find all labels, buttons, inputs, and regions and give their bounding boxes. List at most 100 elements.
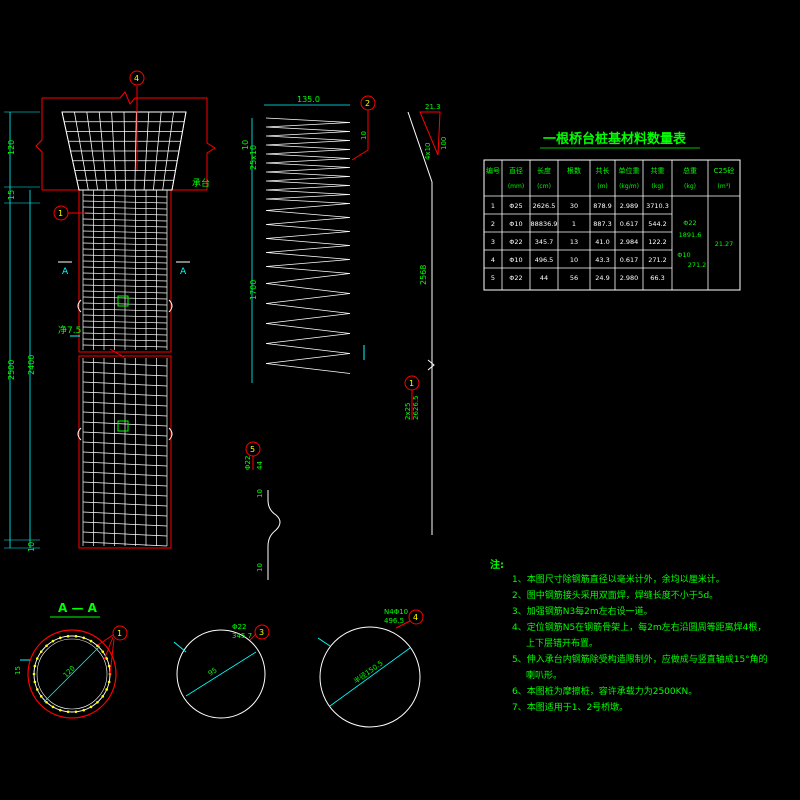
dim-bottom: 10 [27,542,36,552]
material-table: 一根桥台桩基材料数量表 编号 直径 (mm) 长度 (cm) 根数 共长 (m) 单位重 (kg/… [483,131,741,291]
note-line: 3、加强钢筋N3每2m左右设一道。 [512,605,653,617]
note-line: 4、定位钢筋N5在钢筋骨架上，每2m左右沿圆周等距离焊4根， [512,621,766,633]
table-cell: 3 [491,238,495,246]
table-cell: Φ10 [509,256,522,264]
table-unit: (kg) [652,183,664,190]
dim-spiral-top: 25x10 [249,145,258,170]
note-line: 2、图中钢筋接头采用双面焊，焊缝长度不小于5d。 [512,589,718,601]
hoop-len: 345.7 [232,632,252,640]
main-bar-dot [32,672,36,676]
main-bar-dot [101,695,105,698]
table-header: 单位重 [619,166,640,175]
notes-title: 注: [490,558,504,571]
cap-label: 承台 [192,177,210,189]
main-bar-dot [45,700,48,704]
spiral-callout-dim: 10 [360,131,368,140]
note-line: 5、伸入承台内钢筋除受构造限制外，应做成与竖直轴成15°角的 [512,653,768,665]
table-header: 长度 [537,166,551,175]
main-bar-dot [33,680,37,684]
section-a-a: A — A 120 1 15 [14,601,128,719]
dim-bar-right: 100 [440,137,448,150]
table-cell: Φ25 [509,202,522,210]
table-cell: 878.9 [593,202,612,210]
note-line: 上下层错开布置。 [526,637,598,649]
callout-1-bar: 1 [409,379,414,388]
main-bar-dot [51,705,55,709]
callout-3: 3 [259,628,264,637]
table-unit: (mm) [508,183,524,190]
table-cell: 5 [491,274,495,282]
spacer-a: 10 [256,489,264,498]
spacer-label: Φ22 [244,456,252,470]
main-bar-dot [105,688,109,691]
table-header: 根数 [567,166,581,175]
table-cell: 3710.3 [646,202,669,210]
hoop4-len: 496.5 [384,617,404,625]
table-header: 共长 [596,166,610,175]
main-bar-dot [74,634,78,638]
total-a-value: 1891.6 [679,231,702,239]
table-cell: 0.617 [620,220,639,228]
callout-1-sec: 1 [117,629,122,638]
table-cell: Φ22 [509,238,522,246]
total-b-value: 271.2 [688,261,707,269]
main-bar-dot [107,680,111,684]
table-header: C25砼 [714,166,735,175]
hoop-n3: 95 3 Φ22 345.7 [173,623,270,719]
table-cell: 0.617 [620,256,639,264]
table-cell: 30 [570,202,578,210]
table-cell: Φ22 [509,274,522,282]
main-bar-dot [33,664,37,668]
table-cell: 24.9 [595,274,609,282]
main-bar-dot [35,688,39,691]
main-bar-dot [66,710,70,714]
table-cell: 66.3 [650,274,664,282]
callout-4-circle: 4 [413,613,418,622]
dim-7-5: 净7.5 [58,324,81,336]
table-cell: 496.5 [535,256,554,264]
hoop4-diam: 半径150.5 [352,658,385,685]
dim-bar-len: 2568 [419,265,428,285]
note-line: 7、本图适用于1、2号桥墩。 [512,701,628,713]
total-a-label: Φ22 [683,219,696,227]
table-header: 总重 [683,166,697,175]
dim-spiral-pitch: 10 [241,140,250,150]
hoop-bar: Φ22 [232,623,246,631]
pile-elevation: 承台 A A 净7.5 120 15 2500 2400 10 4 1 [4,70,216,552]
table-unit: (kg/m) [619,183,639,190]
main-bar-dot [96,700,99,704]
main-bar-dot [107,664,111,668]
table-cell: 345.7 [535,238,554,246]
spacer-detail: 5 Φ22 44 10 10 [244,441,281,580]
drawing-canvas: 承台 A A 净7.5 120 15 2500 2400 10 4 1 135.… [4,70,768,728]
table-cell: 544.2 [648,220,667,228]
main-bar-dot [82,636,86,640]
table-unit: (m³) [718,183,731,190]
table-cell: 43.3 [595,256,609,264]
main-bar-dot [39,650,43,653]
table-cell: 887.3 [593,220,612,228]
main-bar-dot [89,705,93,709]
callout-2: 2 [365,99,370,108]
sec-diam: 120 [62,664,77,679]
table-cell: 2.980 [620,274,639,282]
dim-cap-mid: 15 [7,190,16,200]
table-cell: 2.984 [620,238,639,246]
cut-label-left: A [62,267,69,277]
table-cell: 2.989 [620,202,639,210]
main-bar-dot [101,650,105,653]
spiral-bar [265,117,351,374]
table-cell: 13 [570,238,578,246]
spacer-b: 10 [256,563,264,572]
table-cell: 2626.5 [533,202,556,210]
table-cell: 1 [491,202,495,210]
hoop-n4: 半径150.5 4 N4Φ10 496.5 [317,608,424,728]
concrete-value: 21.27 [715,240,734,248]
note-line: 喇叭形。 [526,669,562,681]
table-unit: (m) [597,183,608,190]
table-header: 共重 [651,166,665,175]
dim-bar-small: 21.3 [425,103,441,111]
main-bar-dot [58,636,62,640]
table-cell: 2 [491,220,495,228]
main-bar-dot [74,710,78,714]
